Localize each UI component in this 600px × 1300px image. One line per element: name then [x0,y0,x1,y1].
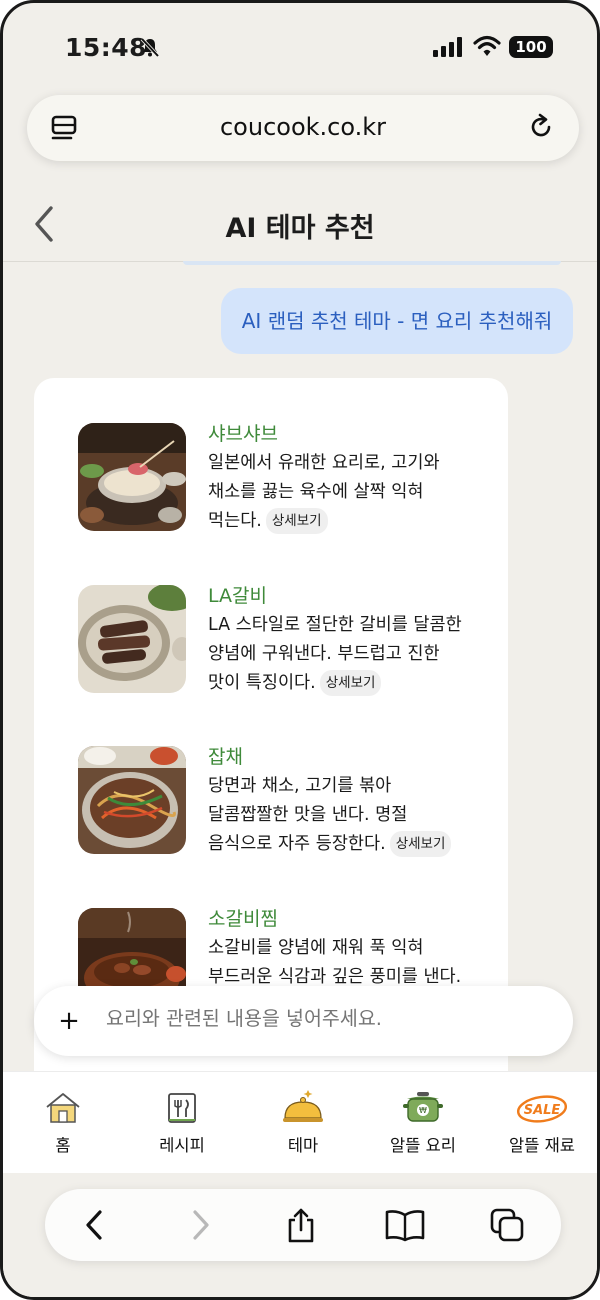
nav-budget-cooking-label: 알뜰 요리 [390,1136,456,1155]
browser-toolbar-area [3,1173,597,1297]
nav-theme[interactable]: 테마 [248,1086,358,1156]
item-name[interactable]: LA갈비 [208,581,470,611]
bottom-navigation: 홈 레시피 테마 ₩ 알뜰 요리 SALE 알뜰 재료 [3,1071,597,1173]
nav-recipe-label: 레시피 [159,1136,205,1155]
shabu-shabu-image [78,423,186,531]
nav-budget-ingredients-label: 알뜰 재료 [509,1136,575,1155]
food-thumbnail[interactable] [78,746,186,854]
reload-icon[interactable] [527,113,555,141]
recipe-book-icon [168,1093,196,1123]
item-description: 당면과 채소, 고기를 볶아 달콤짭짤한 맛을 낸다. 명절 음식으로 자주 등… [208,772,470,859]
food-thumbnail[interactable] [78,423,186,531]
item-description: 일본에서 유래한 요리로, 고기와 채소를 끓는 육수에 살짝 익혀 먹는다. 상… [208,449,470,536]
page-title: AI 테마 추천 [225,213,375,244]
chat-input-bar[interactable]: + [34,986,573,1056]
detail-button[interactable]: 상세보기 [389,831,452,857]
recommendation-item[interactable]: 잡채 당면과 채소, 고기를 볶아 달콤짭짤한 맛을 낸다. 명절 음식으로 자… [78,746,478,876]
nav-theme-label: 테마 [287,1136,319,1155]
sale-badge-text: SALE [524,1103,561,1118]
item-description: 소갈비를 양념에 재워 푹 익혀 부드러운 식감과 깊은 풍미를 낸다. [208,934,470,992]
plus-icon[interactable]: + [56,1005,82,1037]
bookmarks-icon[interactable] [385,1207,425,1243]
status-time: 15:48 [65,33,148,62]
detail-button[interactable]: 상세보기 [265,508,328,534]
browser-forward-icon[interactable] [182,1207,218,1243]
chat-input[interactable] [106,1007,546,1030]
share-icon[interactable] [283,1207,319,1243]
recommendation-item[interactable]: LA갈비 LA 스타일로 절단한 갈비를 달콤한 양념에 구워낸다. 부드럽고 … [78,585,478,715]
previous-message-edge [183,261,561,265]
item-name[interactable]: 소갈비찜 [208,904,470,934]
status-bar: 15:48 100 [3,3,597,91]
recommendation-item[interactable]: 샤브샤브 일본에서 유래한 요리로, 고기와 채소를 끓는 육수에 살짝 익혀 … [78,423,478,553]
nav-home[interactable]: 홈 [8,1086,118,1156]
detail-button[interactable]: 상세보기 [319,670,382,696]
recommendation-card: 샤브샤브 일본에서 유래한 요리로, 고기와 채소를 끓는 육수에 살짝 익혀 … [34,378,508,1178]
item-name[interactable]: 샤브샤브 [208,419,470,449]
url-text[interactable]: coucook.co.kr [27,113,579,141]
svg-text:₩: ₩ [419,1106,427,1115]
browser-toolbar [45,1189,561,1261]
food-thumbnail[interactable] [78,585,186,693]
item-description-text: 소갈비를 양념에 재워 푹 익혀 부드러운 식감과 깊은 풍미를 낸다. [208,938,462,987]
japchae-image [78,746,186,854]
nav-budget-cooking[interactable]: ₩ 알뜰 요리 [368,1086,478,1156]
wifi-icon [473,35,501,56]
silent-bell-icon [140,37,160,58]
la-galbi-image [78,585,186,693]
item-description-text: 당면과 채소, 고기를 볶아 달콤짭짤한 맛을 낸다. 명절 음식으로 자주 등… [208,776,408,854]
address-bar[interactable]: coucook.co.kr [27,95,579,161]
nav-recipe[interactable]: 레시피 [127,1086,237,1156]
cellular-signal-icon [433,37,462,57]
pot-icon: ₩ [403,1092,443,1122]
cloche-icon [283,1090,323,1122]
tabs-icon[interactable] [489,1207,525,1243]
browser-back-icon[interactable] [77,1207,113,1243]
home-icon [46,1093,80,1123]
sale-tag-icon: SALE [516,1095,568,1123]
phone-frame: 15:48 100 coucook.co.kr AI 테마 추천 AI 랜덤 추… [0,0,600,1300]
battery-indicator: 100 [509,36,553,58]
item-name[interactable]: 잡채 [208,742,470,772]
user-message-bubble: AI 랜덤 추천 테마 - 면 요리 추천해줘 [221,288,573,354]
item-description: LA 스타일로 절단한 갈비를 달콤한 양념에 구워낸다. 부드럽고 진한 맛이… [208,611,470,698]
nav-home-label: 홈 [55,1136,71,1155]
nav-budget-ingredients[interactable]: SALE 알뜰 재료 [487,1086,597,1156]
page-header: AI 테마 추천 [3,188,597,262]
